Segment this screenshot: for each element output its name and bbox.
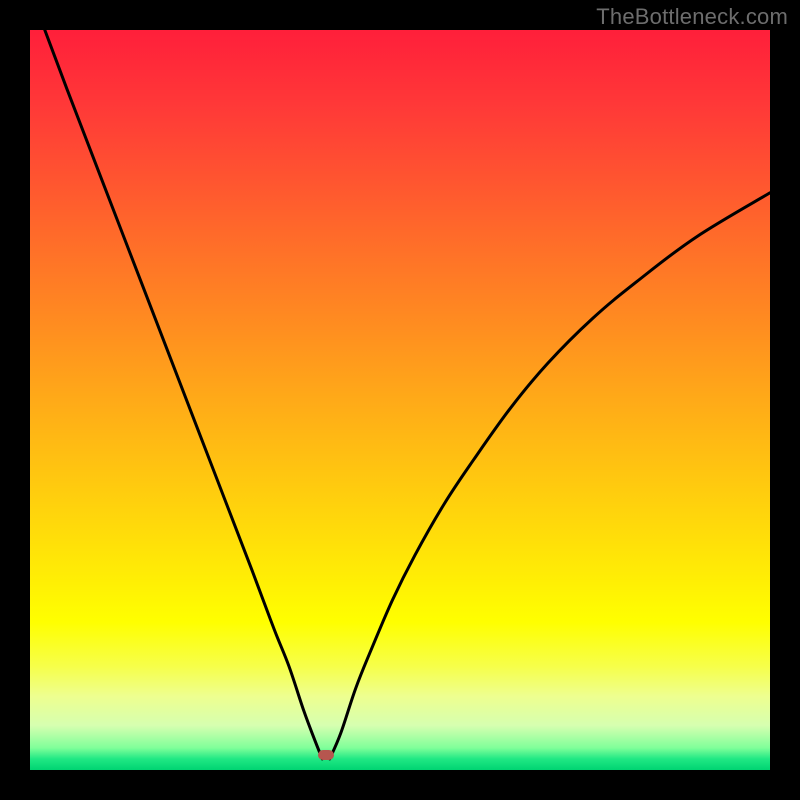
watermark-text: TheBottleneck.com: [596, 4, 788, 30]
chart-frame: TheBottleneck.com: [0, 0, 800, 800]
optimal-point-marker: [318, 750, 334, 760]
plot-area: [30, 30, 770, 770]
bottleneck-curve: [30, 30, 770, 770]
